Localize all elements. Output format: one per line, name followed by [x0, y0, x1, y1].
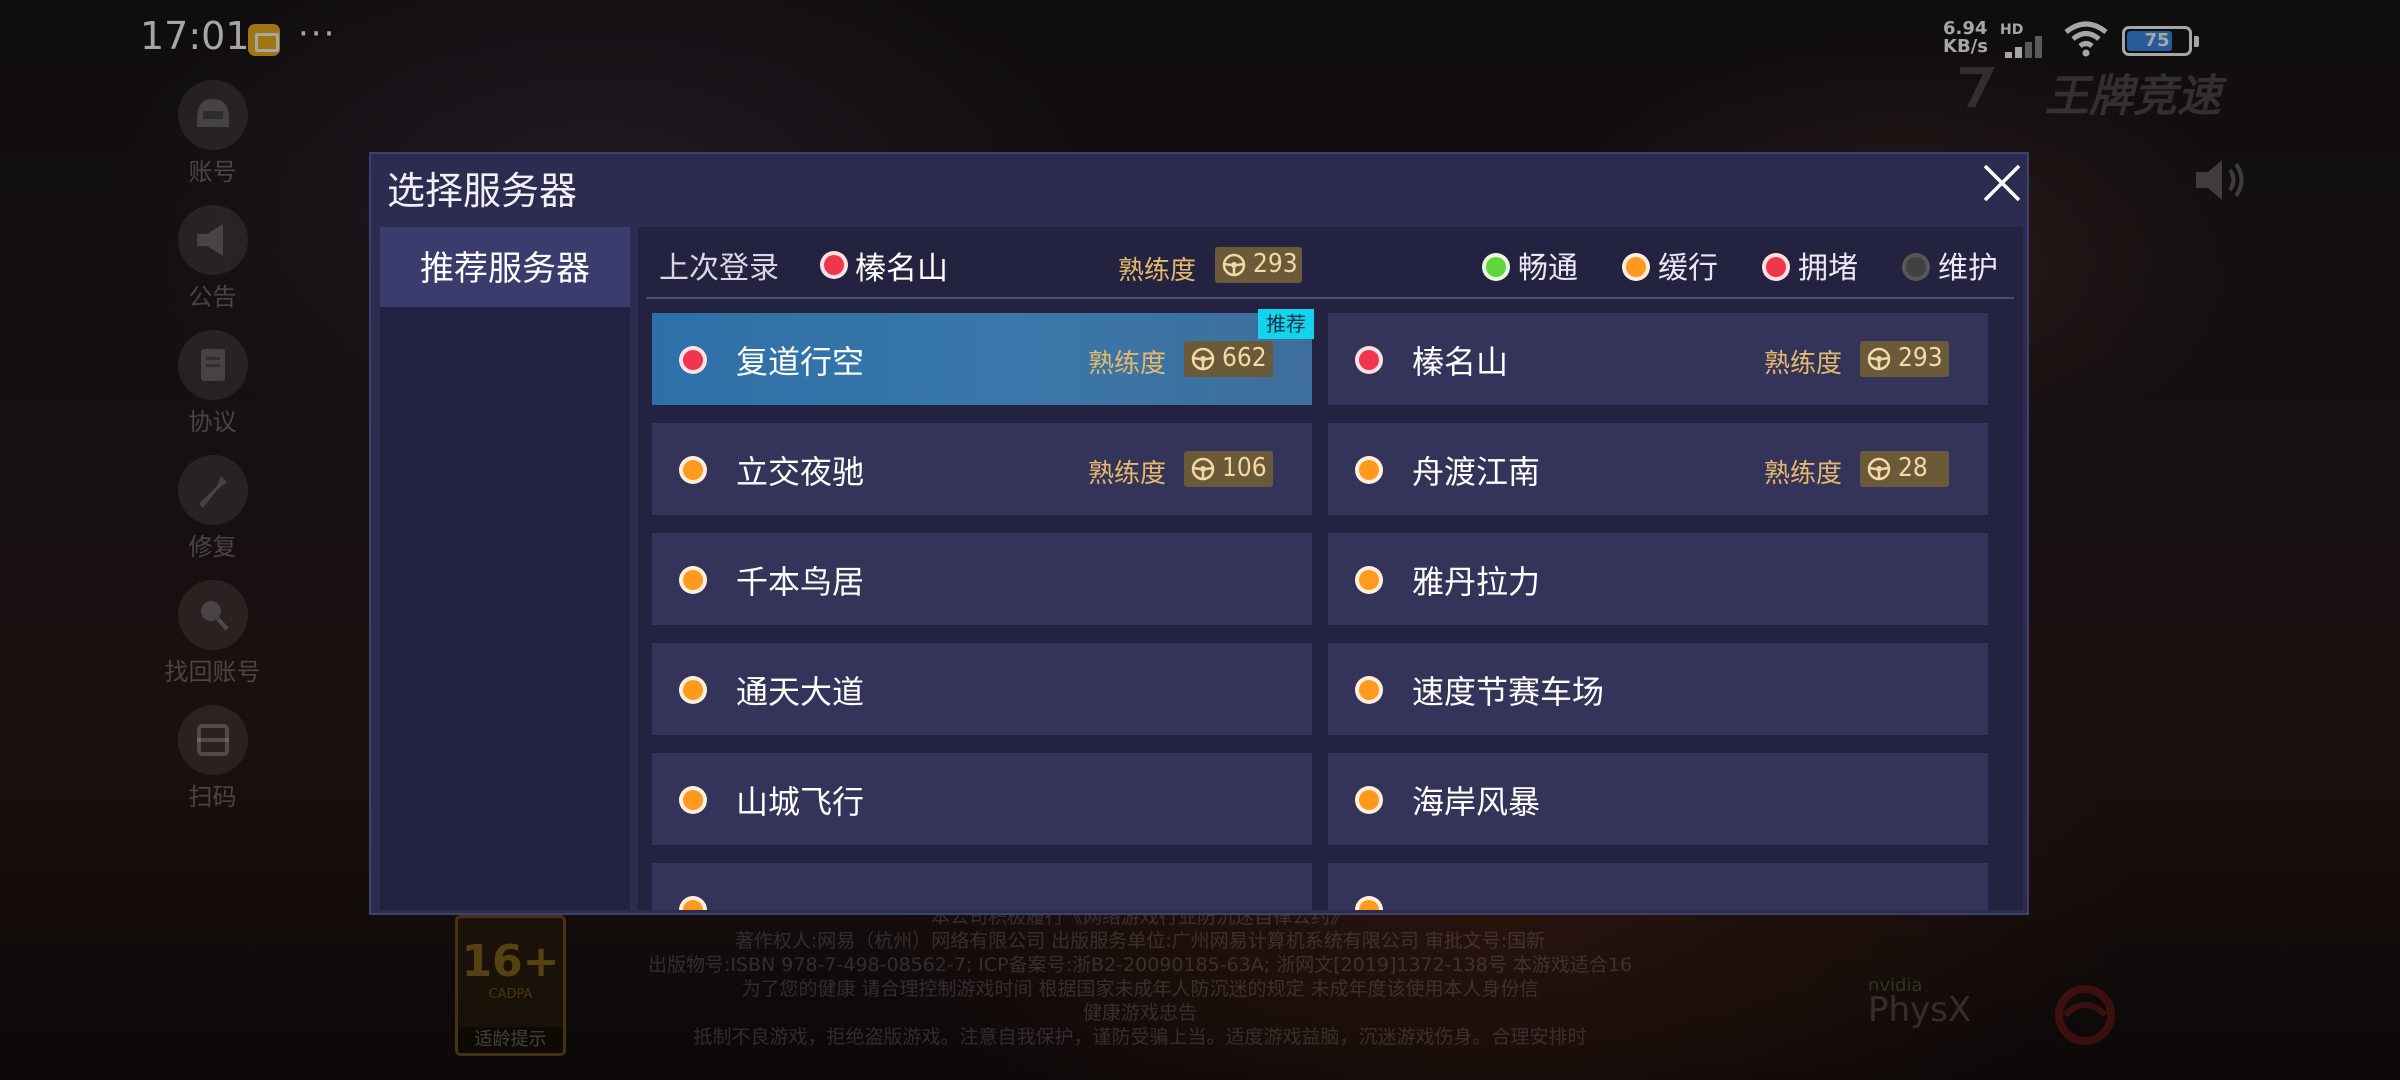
status-dot-icon	[1622, 253, 1650, 281]
status-dot-icon	[1355, 456, 1383, 484]
server-name: 雅丹拉力	[1412, 563, 1541, 601]
server-name: 立交夜驰	[736, 453, 865, 491]
status-dot-icon	[679, 896, 707, 910]
last-login-label: 上次登录	[659, 251, 779, 286]
proficiency-badge: 662	[1184, 341, 1273, 377]
server-name: 榛名山	[1412, 343, 1509, 381]
server-name: 通天大道	[736, 673, 865, 711]
steering-wheel-icon	[1867, 457, 1891, 481]
server-card[interactable]: 海岸风暴	[1328, 753, 1988, 845]
server-name: 复道行空	[736, 343, 865, 381]
server-card[interactable]	[1328, 863, 1988, 910]
status-dot-icon	[1902, 253, 1930, 281]
server-category-panel: 推荐服务器	[380, 227, 630, 910]
status-dot-icon	[820, 251, 848, 279]
server-list-panel: 上次登录 榛名山 熟练度 293 畅通 缓行 拥堵 维护 复道行空 熟练度 662 推	[638, 227, 2023, 910]
status-dot-icon	[1762, 253, 1790, 281]
legend-congested: 拥堵	[1798, 251, 1858, 286]
status-dot-icon	[1355, 896, 1383, 910]
proficiency-value: 662	[1222, 343, 1267, 373]
legend-smooth: 畅通	[1518, 251, 1578, 286]
proficiency-label: 熟练度	[1118, 256, 1197, 286]
status-dot-icon	[1355, 786, 1383, 814]
proficiency-label: 熟练度	[1088, 459, 1167, 489]
close-icon[interactable]	[1979, 160, 2025, 206]
recommended-badge: 推荐	[1258, 309, 1314, 339]
proficiency-value: 28	[1898, 453, 1928, 483]
server-name: 山城飞行	[736, 783, 865, 821]
proficiency-badge: 293	[1860, 341, 1949, 377]
proficiency-badge: 106	[1184, 451, 1273, 487]
proficiency-label: 熟练度	[1764, 459, 1843, 489]
tab-label: 推荐服务器	[420, 249, 590, 289]
proficiency-badge: 293	[1215, 247, 1302, 283]
server-name: 千本鸟居	[736, 563, 865, 601]
steering-wheel-icon	[1191, 347, 1215, 371]
server-card[interactable]	[652, 863, 1312, 910]
proficiency-value: 293	[1898, 343, 1943, 373]
server-card[interactable]: 速度节赛车场	[1328, 643, 1988, 735]
proficiency-value: 293	[1253, 249, 1298, 279]
status-dot-icon	[1482, 253, 1510, 281]
last-login-server[interactable]: 榛名山	[855, 243, 948, 288]
server-card[interactable]: 舟渡江南 熟练度 28	[1328, 423, 1988, 515]
status-dot-icon	[1355, 566, 1383, 594]
tab-recommended-servers[interactable]: 推荐服务器	[380, 227, 630, 307]
server-select-dialog: 选择服务器 推荐服务器 上次登录 榛名山 熟练度 293 畅通 缓行 拥堵 维护…	[369, 152, 2029, 915]
server-card[interactable]: 雅丹拉力	[1328, 533, 1988, 625]
server-card[interactable]: 通天大道	[652, 643, 1312, 735]
proficiency-badge: 28	[1860, 451, 1949, 487]
header-divider	[646, 297, 2014, 299]
server-name: 舟渡江南	[1412, 453, 1541, 491]
server-card[interactable]: 复道行空 熟练度 662 推荐	[652, 309, 1314, 405]
proficiency-value: 106	[1222, 453, 1267, 483]
legend-slow: 缓行	[1658, 251, 1718, 286]
status-dot-icon	[1355, 346, 1383, 374]
dialog-title: 选择服务器	[387, 169, 578, 213]
server-card[interactable]: 榛名山 熟练度 293	[1328, 313, 1988, 405]
proficiency-label: 熟练度	[1764, 349, 1843, 379]
status-dot-icon	[679, 566, 707, 594]
steering-wheel-icon	[1222, 253, 1246, 277]
server-card[interactable]: 千本鸟居	[652, 533, 1312, 625]
status-dot-icon	[679, 786, 707, 814]
status-dot-icon	[1355, 676, 1383, 704]
server-name: 速度节赛车场	[1412, 673, 1605, 711]
server-card[interactable]: 山城飞行	[652, 753, 1312, 845]
status-dot-icon	[679, 676, 707, 704]
steering-wheel-icon	[1191, 457, 1215, 481]
last-login-row: 上次登录 榛名山 熟练度 293 畅通 缓行 拥堵 维护	[638, 227, 2023, 297]
server-name: 海岸风暴	[1412, 783, 1541, 821]
status-dot-icon	[679, 456, 707, 484]
status-dot-icon	[679, 346, 707, 374]
proficiency-label: 熟练度	[1088, 349, 1167, 379]
steering-wheel-icon	[1867, 347, 1891, 371]
server-card[interactable]: 立交夜驰 熟练度 106	[652, 423, 1312, 515]
legend-maintenance: 维护	[1938, 251, 1998, 286]
